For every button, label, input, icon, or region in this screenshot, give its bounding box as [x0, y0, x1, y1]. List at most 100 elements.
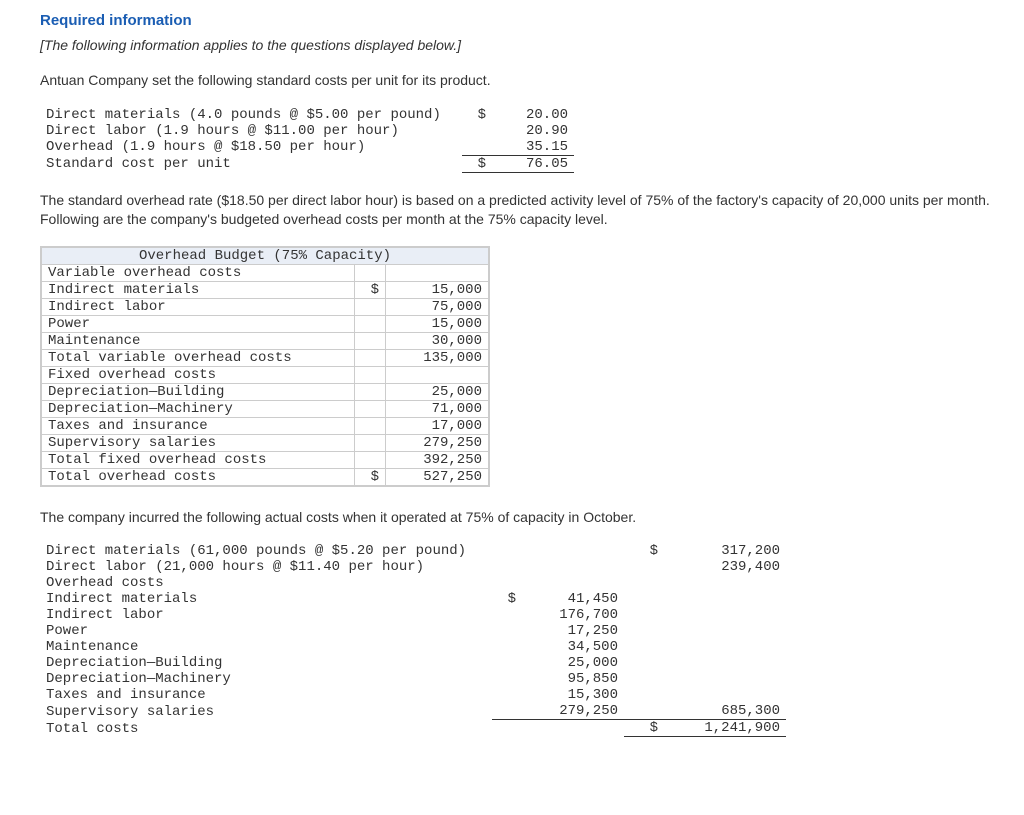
budget-row: Fixed overhead costs: [42, 366, 489, 383]
actual-col2-value: [664, 607, 786, 623]
budget-value: 71,000: [386, 400, 489, 417]
dollar-sign: [355, 332, 386, 349]
std-cost-value: 20.90: [492, 123, 574, 139]
std-cost-label: Direct materials (4.0 pounds @ $5.00 per…: [40, 107, 462, 123]
budget-row: Taxes and insurance17,000: [42, 417, 489, 434]
actual-col1-value: 25,000: [522, 655, 624, 671]
actual-label: Direct materials (61,000 pounds @ $5.20 …: [40, 543, 492, 559]
paragraph-1: Antuan Company set the following standar…: [40, 71, 996, 91]
actual-row: Power17,250: [40, 623, 786, 639]
dollar-sign: [462, 139, 492, 156]
actual-col1-value: [522, 559, 624, 575]
budget-label: Depreciation—Building: [42, 383, 355, 400]
std-cost-row: Direct materials (4.0 pounds @ $5.00 per…: [40, 107, 574, 123]
budget-value: 135,000: [386, 349, 489, 366]
actual-costs-table: Direct materials (61,000 pounds @ $5.20 …: [40, 543, 786, 737]
actual-col2-value: [664, 639, 786, 655]
actual-label: Supervisory salaries: [40, 703, 492, 720]
std-cost-row: Direct labor (1.9 hours @ $11.00 per hou…: [40, 123, 574, 139]
budget-value: 30,000: [386, 332, 489, 349]
std-cost-value: 20.00: [492, 107, 574, 123]
dollar-sign: [492, 703, 522, 720]
actual-col1-value: 15,300: [522, 687, 624, 703]
actual-label: Indirect labor: [40, 607, 492, 623]
dollar-sign: [355, 298, 386, 315]
actual-row: Taxes and insurance 15,300: [40, 687, 786, 703]
actual-col1-value: 279,250: [522, 703, 624, 720]
dollar-sign: [355, 264, 386, 281]
actual-row: Maintenance34,500: [40, 639, 786, 655]
dollar-sign: [624, 687, 664, 703]
dollar-sign: [492, 720, 522, 737]
budget-row: Total variable overhead costs 135,000: [42, 349, 489, 366]
actual-col1-value: 95,850: [522, 671, 624, 687]
budget-label: Supervisory salaries: [42, 434, 355, 451]
actual-col1-value: [522, 543, 624, 559]
dollar-sign: [492, 559, 522, 575]
budget-row: Supervisory salaries279,250: [42, 434, 489, 451]
actual-label: Taxes and insurance: [40, 687, 492, 703]
actual-col2-value: [664, 623, 786, 639]
paragraph-3: The company incurred the following actua…: [40, 508, 996, 528]
actual-label: Indirect materials: [40, 591, 492, 607]
actual-col2-value: 685,300: [664, 703, 786, 720]
dollar-sign: [492, 655, 522, 671]
budget-label: Total overhead costs: [42, 468, 355, 485]
dollar-sign: [492, 575, 522, 591]
dollar-sign: [462, 123, 492, 139]
dollar-sign: $: [624, 543, 664, 559]
actual-row: Indirect labor 176,700: [40, 607, 786, 623]
budget-label: Total variable overhead costs: [42, 349, 355, 366]
budget-row: Total overhead costs$527,250: [42, 468, 489, 485]
budget-label: Variable overhead costs: [42, 264, 355, 281]
dollar-sign: [492, 639, 522, 655]
dollar-sign: [624, 639, 664, 655]
dollar-sign: [492, 687, 522, 703]
budget-value: [386, 264, 489, 281]
budget-row: Variable overhead costs: [42, 264, 489, 281]
dollar-sign: [624, 623, 664, 639]
dollar-sign: [624, 703, 664, 720]
budget-label: Maintenance: [42, 332, 355, 349]
actual-col2-value: 317,200: [664, 543, 786, 559]
std-cost-value: 76.05: [492, 155, 574, 172]
dollar-sign: [492, 543, 522, 559]
actual-label: Maintenance: [40, 639, 492, 655]
paragraph-2: The standard overhead rate ($18.50 per d…: [40, 191, 996, 230]
dollar-sign: [624, 607, 664, 623]
dollar-sign: [624, 591, 664, 607]
budget-title: Overhead Budget (75% Capacity): [42, 247, 489, 264]
budget-label: Fixed overhead costs: [42, 366, 355, 383]
budget-row: Total fixed overhead costs392,250: [42, 451, 489, 468]
budget-label: Indirect labor: [42, 298, 355, 315]
dollar-sign: [355, 366, 386, 383]
std-cost-row: Overhead (1.9 hours @ $18.50 per hour)35…: [40, 139, 574, 156]
dollar-sign: $: [355, 468, 386, 485]
std-cost-value: 35.15: [492, 139, 574, 156]
dollar-sign: [355, 383, 386, 400]
dollar-sign: [355, 315, 386, 332]
dollar-sign: [624, 671, 664, 687]
budget-label: Power: [42, 315, 355, 332]
actual-label: Power: [40, 623, 492, 639]
budget-value: 15,000: [386, 315, 489, 332]
dollar-sign: [492, 607, 522, 623]
dollar-sign: [492, 671, 522, 687]
actual-col2-value: [664, 671, 786, 687]
budget-label: Depreciation—Machinery: [42, 400, 355, 417]
budget-value: 527,250: [386, 468, 489, 485]
actual-row: Direct materials (61,000 pounds @ $5.20 …: [40, 543, 786, 559]
dollar-sign: [355, 417, 386, 434]
dollar-sign: [624, 559, 664, 575]
actual-label: Overhead costs: [40, 575, 492, 591]
budget-value: [386, 366, 489, 383]
actual-row: Overhead costs: [40, 575, 786, 591]
budget-row: Depreciation—Building25,000: [42, 383, 489, 400]
actual-label: Depreciation—Machinery: [40, 671, 492, 687]
dollar-sign: [624, 575, 664, 591]
required-info-heading: Required information: [40, 12, 996, 29]
budget-row: Indirect materials$15,000: [42, 281, 489, 298]
actual-col1-value: 176,700: [522, 607, 624, 623]
budget-row: Power 15,000: [42, 315, 489, 332]
actual-col2-value: [664, 591, 786, 607]
